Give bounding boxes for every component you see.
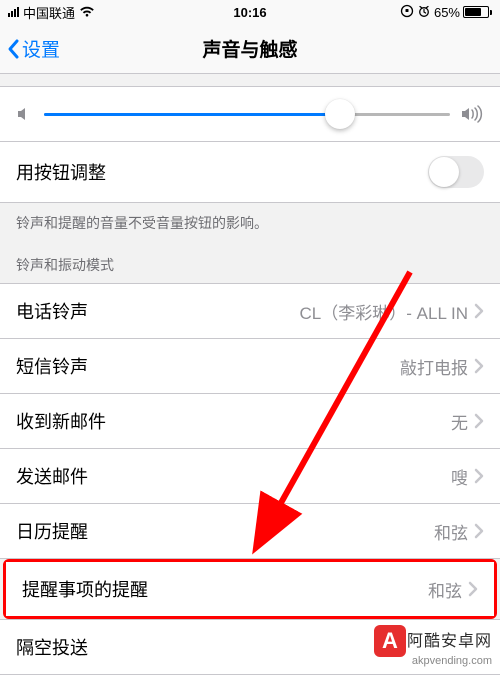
- status-right: 65%: [267, 4, 492, 21]
- status-time: 10:16: [233, 5, 266, 20]
- chevron-left-icon: [6, 37, 22, 61]
- row-value: 无: [451, 409, 484, 434]
- alarm-icon: [417, 4, 431, 21]
- page-title: 声音与触感: [202, 35, 297, 62]
- row-calendar-alerts[interactable]: 日历提醒 和弦: [0, 504, 500, 559]
- chevron-right-icon: [468, 413, 484, 429]
- row-adjust-with-buttons[interactable]: 用按钮调整: [0, 142, 500, 203]
- watermark-text: 阿酷安卓网: [407, 627, 492, 651]
- chevron-right-icon: [468, 523, 484, 539]
- row-phone-ringtone[interactable]: 电话铃声 CL（李彩琳）- ALL IN: [0, 283, 500, 339]
- row-value: 和弦: [428, 577, 478, 602]
- rotation-lock-icon: [400, 4, 414, 21]
- row-label: 收到新邮件: [16, 408, 106, 434]
- row-label: 隔空投送: [16, 634, 88, 660]
- row-value: CL（李彩琳）- ALL IN: [300, 299, 484, 324]
- row-sent-mail[interactable]: 发送邮件 嗖: [0, 449, 500, 504]
- chevron-right-icon: [468, 468, 484, 484]
- row-value: 嗖: [451, 464, 484, 489]
- row-label: 发送邮件: [16, 463, 88, 489]
- annotation-highlight: 提醒事项的提醒 和弦: [3, 559, 497, 619]
- toggle-switch[interactable]: [428, 156, 484, 188]
- row-text-ringtone[interactable]: 短信铃声 敲打电报: [0, 339, 500, 394]
- footer-note: 铃声和提醒的音量不受音量按钮的影响。: [0, 203, 500, 251]
- battery-fill: [465, 8, 481, 16]
- speaker-low-icon: [16, 105, 34, 123]
- row-label: 日历提醒: [16, 518, 88, 544]
- carrier-label: 中国联通: [23, 3, 75, 22]
- chevron-right-icon: [462, 581, 478, 597]
- slider-thumb[interactable]: [325, 99, 355, 129]
- watermark-logo: A: [374, 625, 406, 657]
- back-label: 设置: [22, 35, 60, 62]
- row-label: 短信铃声: [16, 353, 88, 379]
- row-label: 用按钮调整: [16, 159, 106, 185]
- battery-percent: 65%: [434, 5, 460, 20]
- row-new-mail[interactable]: 收到新邮件 无: [0, 394, 500, 449]
- signal-icon: [8, 7, 19, 17]
- watermark-url: akpvending.com: [412, 655, 492, 667]
- row-value: 敲打电报: [400, 354, 484, 379]
- row-label: 电话铃声: [16, 298, 88, 324]
- row-reminder-alerts[interactable]: 提醒事项的提醒 和弦: [6, 562, 494, 616]
- nav-bar: 设置 声音与触感: [0, 24, 500, 74]
- status-bar: 中国联通 10:16 65%: [0, 0, 500, 24]
- speaker-high-icon: [460, 105, 484, 123]
- volume-slider-row: [0, 86, 500, 142]
- row-value: 和弦: [434, 519, 484, 544]
- row-label: 提醒事项的提醒: [22, 576, 148, 602]
- back-button[interactable]: 设置: [0, 35, 60, 62]
- battery-icon: [463, 6, 492, 18]
- status-left: 中国联通: [8, 3, 233, 22]
- chevron-right-icon: [468, 358, 484, 374]
- chevron-right-icon: [468, 303, 484, 319]
- switch-knob: [429, 157, 459, 187]
- slider-fill: [44, 113, 340, 116]
- volume-slider[interactable]: [44, 113, 450, 116]
- section-header: 铃声和振动模式: [0, 251, 500, 283]
- wifi-icon: [79, 6, 95, 18]
